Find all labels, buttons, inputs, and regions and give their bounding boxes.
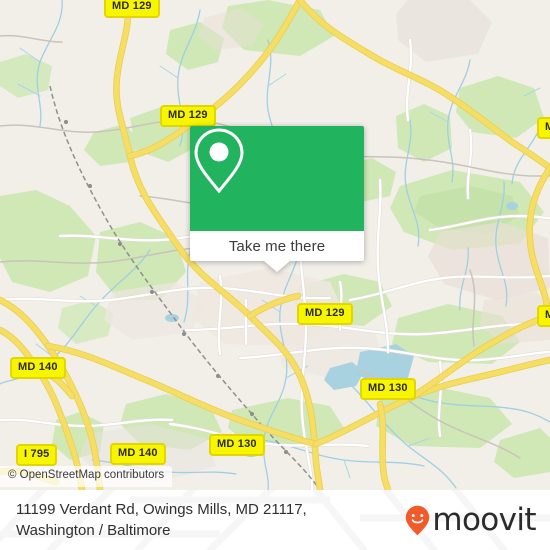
map-pin-icon — [194, 128, 244, 194]
popup-tail — [264, 261, 290, 272]
address-text: 11199 Verdant Rd, Owings Mills, MD 21117… — [16, 499, 307, 542]
osm-attribution[interactable]: © OpenStreetMap contributors — [0, 466, 173, 487]
road-shield: MD 140 — [10, 357, 66, 379]
location-popup[interactable]: Take me there — [190, 126, 364, 272]
address-line-1: 11199 Verdant Rd, Owings Mills, MD 21117… — [16, 500, 307, 518]
address-line-2: Washington / Baltimore — [16, 522, 171, 539]
road-shield: M — [537, 117, 550, 139]
road-shield: MD 130 — [360, 378, 416, 400]
road-shield: MD 129 — [160, 105, 216, 127]
moovit-wordmark: moovit — [432, 501, 536, 538]
road-shield: I 795 — [16, 444, 58, 466]
road-shield: M — [537, 305, 550, 327]
moovit-map-screen: .park{fill:#cfe8b6;} .parkdk{fill:#c6e2a… — [0, 0, 550, 550]
moovit-pin-icon — [405, 505, 430, 536]
road-shield: MD 129 — [297, 303, 353, 325]
road-shield: MD 129 — [104, 0, 160, 18]
road-shield: MD 140 — [110, 443, 166, 465]
map-canvas[interactable]: .park{fill:#cfe8b6;} .parkdk{fill:#c6e2a… — [0, 0, 550, 490]
take-me-there-label: Take me there — [228, 237, 326, 255]
road-shield: MD 130 — [209, 434, 265, 456]
footer-bar: 11199 Verdant Rd, Owings Mills, MD 21117… — [0, 490, 550, 550]
moovit-logo[interactable]: moovit — [405, 501, 537, 538]
popup-icon-area — [190, 126, 364, 231]
take-me-there-button[interactable]: Take me there — [190, 231, 364, 272]
